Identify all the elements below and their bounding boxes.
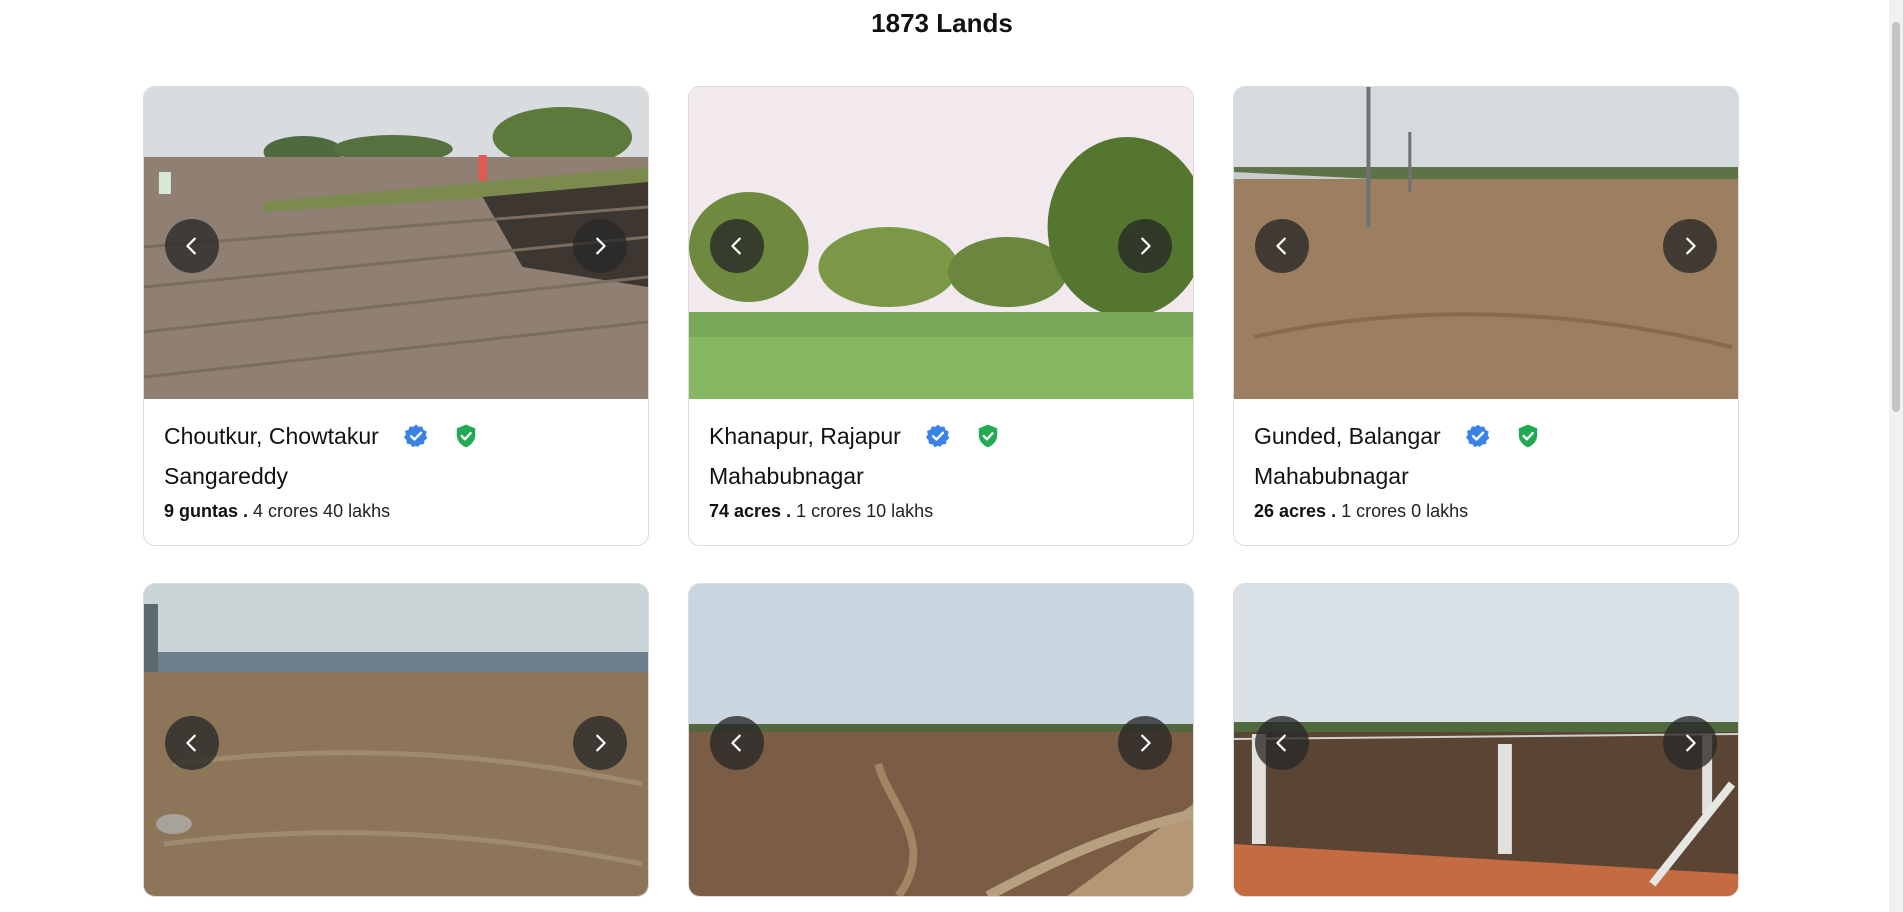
scrollbar-thumb[interactable] bbox=[1892, 22, 1900, 412]
land-photo[interactable] bbox=[689, 87, 1193, 399]
land-district: Sangareddy bbox=[164, 463, 289, 489]
land-meta: 26 acres . 1 crores 0 lakhs bbox=[1254, 499, 1718, 523]
prev-image-button[interactable] bbox=[710, 716, 764, 770]
chevron-left-icon bbox=[731, 237, 741, 255]
chevron-right-icon bbox=[1141, 734, 1151, 752]
land-card[interactable] bbox=[1233, 583, 1739, 897]
land-card[interactable]: Khanapur, Rajapur Mahabubnagar 74 acres … bbox=[688, 86, 1194, 546]
land-card[interactable] bbox=[688, 583, 1194, 897]
shield-check-icon bbox=[1515, 423, 1541, 449]
land-price: 1 crores 0 lakhs bbox=[1341, 501, 1469, 521]
chevron-left-icon bbox=[186, 734, 196, 752]
land-photo[interactable] bbox=[689, 584, 1193, 896]
land-district: Mahabubnagar bbox=[709, 463, 864, 489]
chevron-left-icon bbox=[1276, 734, 1286, 752]
land-photo[interactable] bbox=[1234, 584, 1738, 896]
chevron-right-icon bbox=[596, 734, 606, 752]
land-location: Gunded, Balangar bbox=[1254, 423, 1441, 449]
next-image-button[interactable] bbox=[1663, 716, 1717, 770]
land-location: Choutkur, Chowtakur bbox=[164, 423, 379, 449]
page-scrollbar[interactable] bbox=[1889, 0, 1903, 912]
prev-image-button[interactable] bbox=[165, 219, 219, 273]
chevron-right-icon bbox=[1686, 237, 1696, 255]
chevron-right-icon bbox=[596, 237, 606, 255]
land-price: 1 crores 10 lakhs bbox=[796, 501, 934, 521]
land-area: 74 acres . bbox=[709, 501, 792, 521]
chevron-left-icon bbox=[1276, 237, 1286, 255]
land-card[interactable] bbox=[143, 583, 649, 897]
land-location: Khanapur, Rajapur bbox=[709, 423, 901, 449]
land-meta: 9 guntas . 4 crores 40 lakhs bbox=[164, 499, 628, 523]
land-meta: 74 acres . 1 crores 10 lakhs bbox=[709, 499, 1173, 523]
land-area: 26 acres . bbox=[1254, 501, 1337, 521]
land-price: 4 crores 40 lakhs bbox=[253, 501, 391, 521]
land-photo[interactable] bbox=[1234, 87, 1738, 399]
chevron-right-icon bbox=[1686, 734, 1696, 752]
shield-check-icon bbox=[453, 423, 479, 449]
prev-image-button[interactable] bbox=[1255, 219, 1309, 273]
land-info: Gunded, Balangar Mahabubnagar 26 acres .… bbox=[1234, 399, 1738, 545]
land-photo[interactable] bbox=[144, 584, 648, 896]
next-image-button[interactable] bbox=[1118, 219, 1172, 273]
verified-badge-icon bbox=[925, 423, 951, 449]
chevron-left-icon bbox=[186, 237, 196, 255]
land-info: Khanapur, Rajapur Mahabubnagar 74 acres … bbox=[689, 399, 1193, 545]
prev-image-button[interactable] bbox=[1255, 716, 1309, 770]
shield-check-icon bbox=[975, 423, 1001, 449]
next-image-button[interactable] bbox=[573, 219, 627, 273]
prev-image-button[interactable] bbox=[710, 219, 764, 273]
page-title: 1873 Lands bbox=[871, 8, 1013, 38]
land-info: Choutkur, Chowtakur Sangareddy 9 guntas … bbox=[144, 399, 648, 545]
chevron-right-icon bbox=[1141, 237, 1151, 255]
land-photo[interactable] bbox=[144, 87, 648, 399]
next-image-button[interactable] bbox=[1118, 716, 1172, 770]
land-card[interactable]: Gunded, Balangar Mahabubnagar 26 acres .… bbox=[1233, 86, 1739, 546]
land-area: 9 guntas . bbox=[164, 501, 249, 521]
land-district: Mahabubnagar bbox=[1254, 463, 1409, 489]
prev-image-button[interactable] bbox=[165, 716, 219, 770]
next-image-button[interactable] bbox=[573, 716, 627, 770]
verified-badge-icon bbox=[403, 423, 429, 449]
chevron-left-icon bbox=[731, 734, 741, 752]
verified-badge-icon bbox=[1465, 423, 1491, 449]
next-image-button[interactable] bbox=[1663, 219, 1717, 273]
land-card[interactable]: Choutkur, Chowtakur Sangareddy 9 guntas … bbox=[143, 86, 649, 546]
